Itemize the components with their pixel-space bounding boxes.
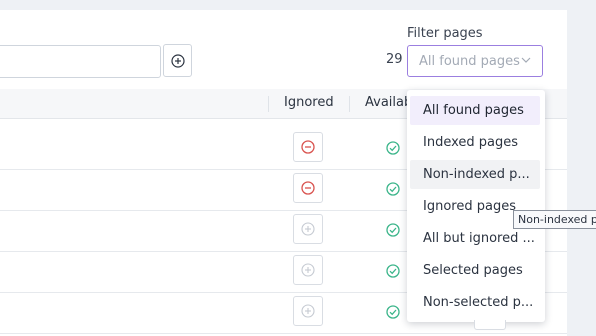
filter-option[interactable]: All found pages — [410, 96, 540, 125]
plus-circle-icon — [301, 263, 315, 277]
filter-option[interactable]: Non-indexed p... — [410, 160, 540, 189]
filter-option[interactable]: Non-selected p... — [410, 288, 540, 317]
plus-circle-icon — [301, 304, 315, 318]
filter-option[interactable]: Indexed pages — [410, 128, 540, 157]
plus-circle-icon — [170, 53, 185, 68]
column-header-ignored[interactable]: Ignored — [284, 95, 334, 110]
column-separator — [349, 96, 350, 112]
minus-circle-icon — [301, 140, 315, 154]
filter-dropdown: All found pages Indexed pages Non-indexed … — [407, 90, 545, 322]
plus-circle-icon — [301, 222, 315, 236]
ignore-button[interactable] — [293, 296, 323, 326]
filter-label: Filter pages — [407, 26, 483, 41]
filter-placeholder: All found pages — [419, 53, 520, 69]
filter-option[interactable]: Selected pages — [410, 256, 540, 285]
add-button[interactable] — [163, 44, 192, 77]
unignore-button[interactable] — [293, 173, 323, 203]
tooltip: Non-indexed pa — [513, 210, 596, 229]
ignore-button[interactable] — [293, 255, 323, 285]
column-separator — [268, 96, 269, 112]
search-input[interactable] — [0, 45, 161, 78]
check-circle-icon — [386, 223, 400, 237]
check-circle-icon — [386, 264, 400, 278]
check-circle-icon — [386, 305, 400, 319]
check-circle-icon — [386, 141, 400, 155]
ignore-button[interactable] — [293, 214, 323, 244]
unignore-button[interactable] — [293, 132, 323, 162]
check-circle-icon — [386, 182, 400, 196]
column-header-available[interactable]: Availab — [365, 95, 412, 110]
table-row — [0, 333, 567, 334]
page-count: 29 — [386, 52, 403, 67]
filter-select[interactable]: All found pages — [407, 45, 543, 77]
table-cell-button[interactable] — [474, 320, 506, 330]
chevron-down-icon — [521, 57, 531, 63]
minus-circle-icon — [301, 181, 315, 195]
